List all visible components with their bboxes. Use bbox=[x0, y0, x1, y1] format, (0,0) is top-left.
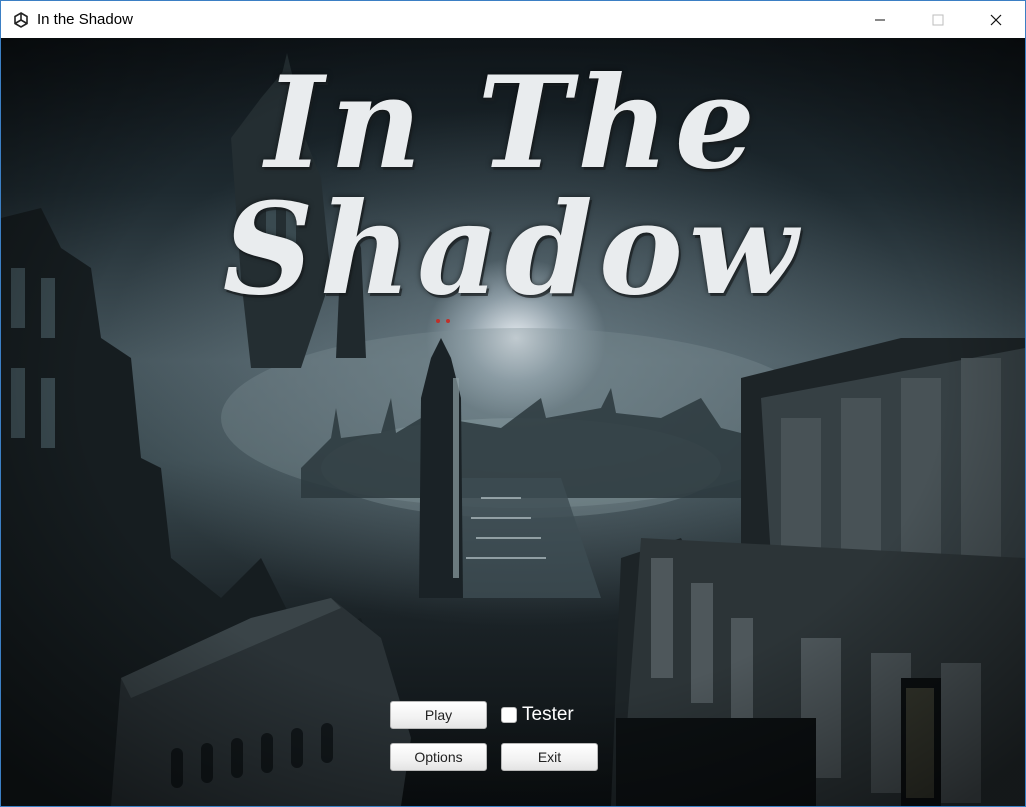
tester-toggle[interactable]: Tester bbox=[501, 704, 574, 726]
tester-label: Tester bbox=[522, 704, 574, 725]
maximize-icon bbox=[932, 14, 944, 25]
game-viewport[interactable]: In The Shadow Play Tester Options Exit bbox=[1, 38, 1025, 806]
window-controls bbox=[851, 1, 1025, 38]
options-button[interactable]: Options bbox=[390, 743, 487, 771]
title-bar[interactable]: In the Shadow bbox=[1, 1, 1025, 38]
game-window: In the Shadow In The Shadow Play Tester … bbox=[0, 0, 1026, 807]
exit-button[interactable]: Exit bbox=[501, 743, 598, 771]
close-icon bbox=[990, 14, 1002, 25]
minimize-button[interactable] bbox=[851, 1, 909, 38]
tester-checkbox[interactable] bbox=[501, 707, 517, 723]
window-title: In the Shadow bbox=[37, 11, 133, 28]
minimize-icon bbox=[875, 19, 885, 20]
play-button[interactable]: Play bbox=[390, 701, 487, 729]
game-title: In The Shadow bbox=[222, 49, 804, 323]
unity-icon bbox=[13, 11, 29, 28]
close-button[interactable] bbox=[967, 1, 1025, 38]
maximize-button[interactable] bbox=[909, 1, 967, 38]
